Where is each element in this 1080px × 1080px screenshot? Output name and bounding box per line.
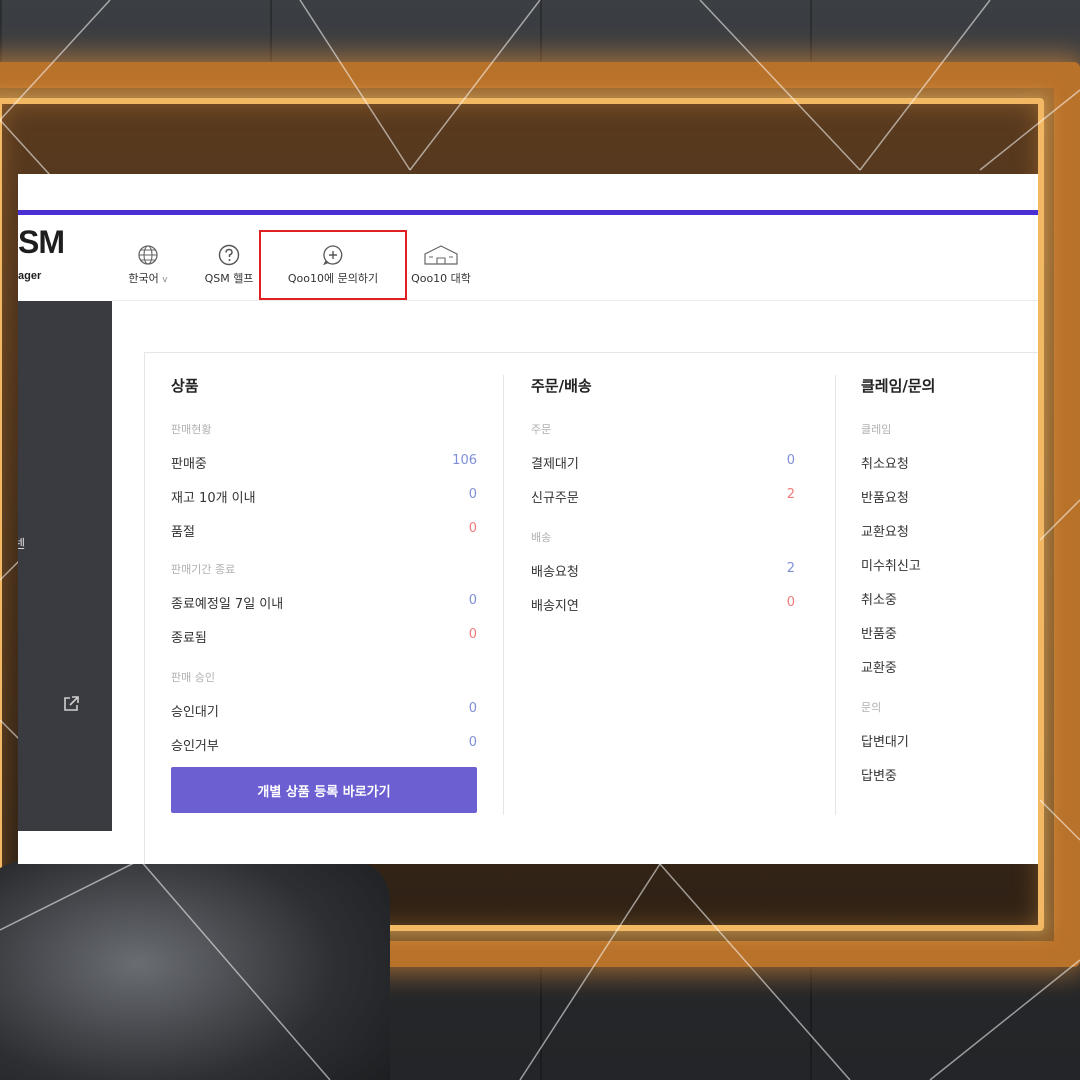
row-returning[interactable]: 반품중 <box>861 623 897 642</box>
nav-language[interactable]: 한국어 v <box>118 244 178 286</box>
row-exchange-request[interactable]: 교환요청 <box>861 521 909 540</box>
row-shipping-delay[interactable]: 배송지연 <box>531 595 579 614</box>
column-divider <box>503 375 504 815</box>
value-low-stock[interactable]: 0 <box>447 487 477 502</box>
top-accent-bar <box>18 210 1038 215</box>
claim-section-title: 클레임 <box>861 423 892 436</box>
orders-column: 주문/배송 주문 결제대기 0 신규주문 2 배송 배송요청 2 배송지연 0 <box>531 353 821 833</box>
row-ended[interactable]: 종료됨 <box>171 627 207 646</box>
value-ended[interactable]: 0 <box>447 627 477 642</box>
products-column: 상품 판매현황 판매중 106 재고 10개 이내 0 품절 0 판매기간 종료… <box>171 353 481 833</box>
dashboard-panel: 상품 판매현황 판매중 106 재고 10개 이내 0 품절 0 판매기간 종료… <box>144 352 1038 864</box>
claims-title: 클레임/문의 <box>861 377 936 395</box>
row-ending-7days[interactable]: 종료예정일 7일 이내 <box>171 593 283 612</box>
value-sold-out[interactable]: 0 <box>447 521 477 536</box>
value-approval-pending[interactable]: 0 <box>447 701 477 716</box>
header-divider <box>112 300 1038 301</box>
shipping-section-title: 배송 <box>531 531 552 544</box>
nav-qoo10-university-label: Qoo10 대학 <box>411 272 471 285</box>
row-answering[interactable]: 답변중 <box>861 765 897 784</box>
help-circle-icon <box>218 244 240 266</box>
value-new-order[interactable]: 2 <box>765 487 795 502</box>
order-section-title: 주문 <box>531 423 552 436</box>
sales-approval-title: 판매 승인 <box>171 671 215 684</box>
nav-language-label: 한국어 <box>128 272 159 285</box>
row-answer-pending[interactable]: 답변대기 <box>861 731 909 750</box>
claims-column: 클레임/문의 클레임 취소요청 반품요청 교환요청 미수취신고 취소중 반품중 … <box>861 353 1038 833</box>
row-low-stock[interactable]: 재고 10개 이내 <box>171 487 256 506</box>
value-approval-rejected[interactable]: 0 <box>447 735 477 750</box>
row-shipping-request[interactable]: 배송요청 <box>531 561 579 580</box>
row-not-received[interactable]: 미수취신고 <box>861 555 921 574</box>
sales-status-title: 판매현황 <box>171 423 212 436</box>
value-shipping-request[interactable]: 2 <box>765 561 795 576</box>
chevron-down-icon: v <box>162 275 168 285</box>
inquiry-section-title: 문의 <box>861 701 882 714</box>
qsm-logo[interactable]: SM <box>18 224 65 261</box>
row-cancelling[interactable]: 취소중 <box>861 589 897 608</box>
nav-qoo10-university[interactable]: Qoo10 대학 <box>404 244 478 286</box>
value-payment-pending[interactable]: 0 <box>765 453 795 468</box>
external-link-icon[interactable] <box>62 695 80 713</box>
qsm-logo-subtitle: ager <box>18 270 42 282</box>
orders-title: 주문/배송 <box>531 377 592 395</box>
row-payment-pending[interactable]: 결제대기 <box>531 453 579 472</box>
row-new-order[interactable]: 신규주문 <box>531 487 579 506</box>
value-shipping-delay[interactable]: 0 <box>765 595 795 610</box>
value-on-sale[interactable]: 106 <box>447 453 477 468</box>
row-exchanging[interactable]: 교환중 <box>861 657 897 676</box>
row-sold-out[interactable]: 품절 <box>171 521 195 540</box>
column-divider <box>835 375 836 815</box>
qsm-screenshot: SM ager 한국어 v QSM 헬프 Qoo10에 문의하기 Qoo10 대… <box>18 174 1038 864</box>
products-title: 상품 <box>171 377 199 395</box>
row-cancel-request[interactable]: 취소요청 <box>861 453 909 472</box>
highlight-box <box>259 230 407 300</box>
row-approval-pending[interactable]: 승인대기 <box>171 701 219 720</box>
school-building-icon <box>424 245 458 265</box>
register-product-button[interactable]: 개별 상품 등록 바로가기 <box>171 767 477 813</box>
row-approval-rejected[interactable]: 승인거부 <box>171 735 219 754</box>
value-ending-7days[interactable]: 0 <box>447 593 477 608</box>
sidebar: 넨 <box>18 301 112 831</box>
row-on-sale[interactable]: 판매중 <box>171 453 207 472</box>
globe-icon <box>138 245 158 265</box>
row-return-request[interactable]: 반품요청 <box>861 487 909 506</box>
sidebar-item-label[interactable]: 넨 <box>18 535 25 552</box>
sales-period-end-title: 판매기간 종료 <box>171 563 236 576</box>
